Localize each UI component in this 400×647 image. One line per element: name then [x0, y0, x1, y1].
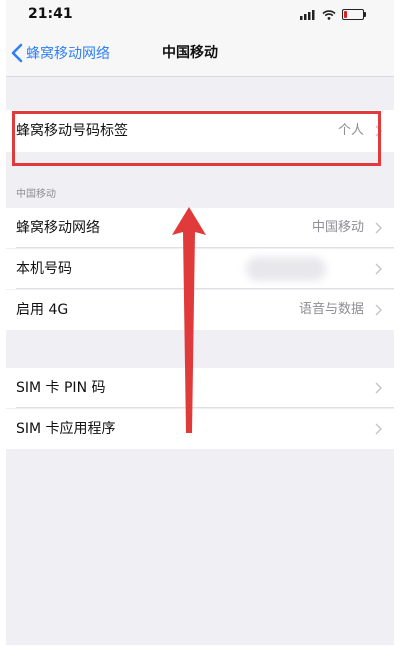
row-separator	[16, 247, 394, 248]
row-label: 本机号码	[16, 261, 72, 277]
chevron-right-icon	[375, 125, 382, 137]
battery-icon	[342, 9, 366, 20]
cellular-network-row[interactable]: 蜂窝移动网络 中国移动	[6, 208, 394, 248]
status-time: 21:41	[28, 6, 73, 22]
page-title: 中国移动	[162, 45, 218, 61]
row-label: 启用 4G	[16, 302, 69, 318]
row-separator	[16, 407, 394, 408]
chevron-right-icon	[375, 263, 382, 275]
row-label: SIM 卡 PIN 码	[16, 380, 106, 396]
chevron-right-icon	[375, 304, 382, 316]
settings-screen: 21:41 蜂窝移动网络 中国移动 蜂窝移动号码标签 个人 中国移动 蜂窝移动网…	[6, 0, 394, 645]
sim-applications-row[interactable]: SIM 卡应用程序	[6, 409, 394, 449]
row-value: 个人	[337, 123, 364, 138]
status-bar: 21:41	[6, 0, 394, 30]
row-value: 中国移动	[311, 220, 364, 235]
back-chevron-icon	[11, 43, 23, 63]
cellular-number-label-row[interactable]: 蜂窝移动号码标签 个人	[6, 110, 394, 152]
row-label: SIM 卡应用程序	[16, 421, 116, 437]
row-label: 蜂窝移动号码标签	[16, 123, 128, 139]
chevron-right-icon	[375, 382, 382, 394]
my-number-row[interactable]: 本机号码	[6, 249, 394, 289]
row-separator	[16, 288, 394, 289]
back-button[interactable]: 蜂窝移动网络	[10, 30, 110, 76]
row-label: 蜂窝移动网络	[16, 220, 100, 236]
back-label: 蜂窝移动网络	[26, 46, 110, 62]
section-header: 中国移动	[16, 189, 56, 200]
screenshot-frame: 21:41 蜂窝移动网络 中国移动 蜂窝移动号码标签 个人 中国移动 蜂窝移动网…	[0, 0, 400, 647]
cellular-signal-icon	[300, 9, 315, 20]
blurred-phone-number	[246, 257, 326, 281]
chevron-right-icon	[375, 222, 382, 234]
enable-4g-row[interactable]: 启用 4G 语音与数据	[6, 290, 394, 330]
chevron-right-icon	[375, 423, 382, 435]
status-icons	[300, 9, 366, 20]
sim-pin-row[interactable]: SIM 卡 PIN 码	[6, 368, 394, 408]
wifi-icon	[322, 9, 336, 20]
row-value: 语音与数据	[298, 302, 364, 317]
navigation-bar: 蜂窝移动网络 中国移动	[6, 30, 394, 77]
